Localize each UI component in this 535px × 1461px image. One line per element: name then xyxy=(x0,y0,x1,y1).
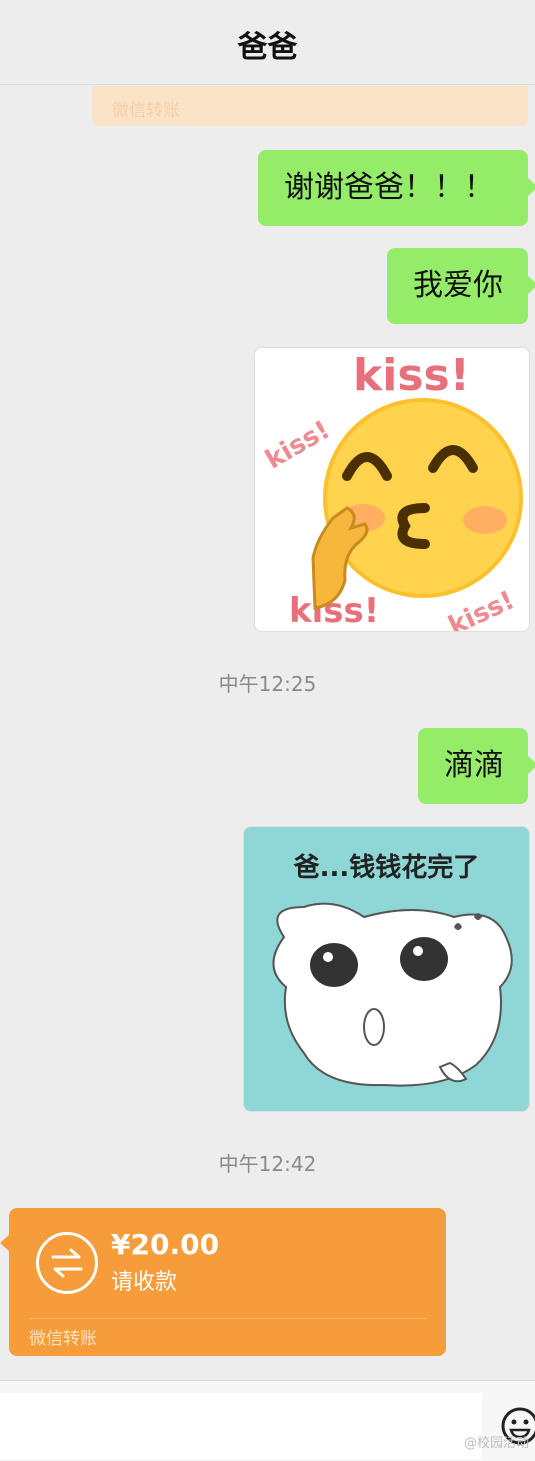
message-text: 滴滴 xyxy=(444,748,504,783)
transfer-amount: ¥20.00 xyxy=(111,1228,220,1261)
dog-sticker[interactable]: 爸...钱钱花完了 xyxy=(243,826,530,1112)
kiss-sticker[interactable]: kiss! kiss! kiss! kiss! xyxy=(254,347,530,632)
dog-illustration xyxy=(272,902,513,1087)
kiss-label-left: kiss! xyxy=(260,415,335,475)
message-bubble-love[interactable]: 我爱你 xyxy=(387,248,535,324)
watermark: @校园活动 xyxy=(463,1436,529,1451)
previous-transfer-card[interactable]: 微信转账 xyxy=(92,86,528,126)
transfer-arrows-icon xyxy=(36,1232,98,1294)
timestamp-1225: 中午12:25 xyxy=(218,672,317,696)
previous-transfer-label: 微信转账 xyxy=(112,101,180,121)
input-bar xyxy=(0,1380,535,1461)
transfer-footer-label: 微信转账 xyxy=(29,1329,97,1349)
message-bubble-thanks[interactable]: 谢谢爸爸！！！ xyxy=(258,150,535,226)
message-bubble-didi[interactable]: 滴滴 xyxy=(418,728,535,804)
timestamp-1242: 中午12:42 xyxy=(218,1152,317,1176)
message-text: 谢谢爸爸！！！ xyxy=(284,170,494,205)
kiss-emoji-illustration: kiss! kiss! kiss! kiss! xyxy=(260,350,523,631)
chat-header: 爸爸 xyxy=(0,0,535,85)
chat-title: 爸爸 xyxy=(237,30,298,65)
message-input[interactable] xyxy=(0,1393,482,1459)
transfer-request-card[interactable]: ¥20.00 请收款 微信转账 xyxy=(0,1208,446,1356)
kiss-label-top: kiss! xyxy=(353,350,470,401)
message-text: 我爱你 xyxy=(413,268,503,303)
transfer-status: 请收款 xyxy=(111,1270,178,1295)
transfer-divider xyxy=(29,1318,426,1319)
